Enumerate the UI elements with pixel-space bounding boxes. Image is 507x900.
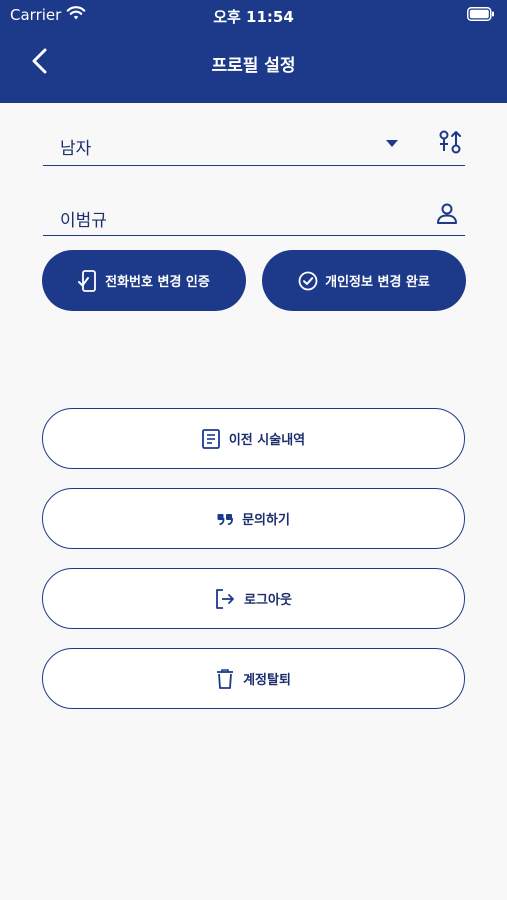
phone-check-icon	[78, 269, 98, 292]
status-time: 오후 11:54	[213, 8, 294, 26]
status-bar: Carrier 오후 11:54	[0, 0, 507, 30]
name-value: 이범규	[60, 211, 107, 231]
logout-label: 로그아웃	[244, 593, 292, 608]
gender-select[interactable]: 남자	[43, 123, 465, 166]
gender-value: 남자	[60, 139, 92, 159]
delete-account-label: 계정탈퇴	[243, 673, 291, 688]
navigation-bar: 프로필 설정	[0, 38, 507, 88]
quote-icon	[217, 513, 233, 525]
inquiry-button[interactable]: 문의하기	[42, 488, 465, 549]
name-field[interactable]: 이범규	[43, 196, 465, 236]
phone-verify-button[interactable]: 전화번호 변경 인증	[42, 250, 246, 311]
treatment-history-button[interactable]: 이전 시술내역	[42, 408, 465, 469]
app-header: Carrier 오후 11:54 프로필 설정	[0, 0, 507, 103]
sort-toggle-icon	[437, 129, 463, 155]
save-profile-button[interactable]: 개인정보 변경 완료	[262, 250, 466, 311]
battery-icon	[467, 7, 495, 21]
trash-icon	[216, 668, 234, 689]
treatment-history-label: 이전 시술내역	[228, 433, 306, 448]
inquiry-label: 문의하기	[242, 513, 290, 528]
person-icon	[435, 201, 459, 225]
phone-verify-label: 전화번호 변경 인증	[105, 275, 210, 290]
page-title: 프로필 설정	[211, 56, 296, 76]
check-circle-icon	[298, 271, 318, 291]
delete-account-button[interactable]: 계정탈퇴	[42, 648, 465, 709]
logout-button[interactable]: 로그아웃	[42, 568, 465, 629]
save-profile-label: 개인정보 변경 완료	[325, 275, 430, 290]
dropdown-arrow-icon[interactable]	[386, 140, 398, 147]
receipt-icon	[201, 428, 220, 449]
logout-icon	[215, 588, 235, 609]
